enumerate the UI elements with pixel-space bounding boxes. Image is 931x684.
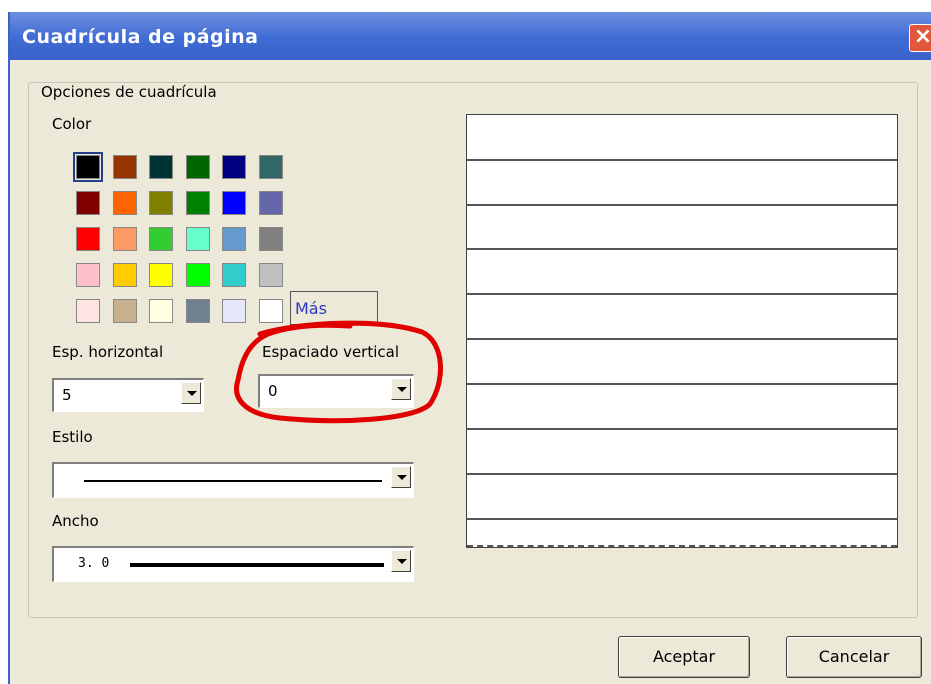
color-swatch[interactable]: [258, 227, 283, 251]
accept-label: Aceptar: [652, 647, 716, 666]
color-swatch[interactable]: [149, 263, 173, 287]
color-swatch[interactable]: [258, 155, 283, 179]
color-swatch[interactable]: [149, 191, 173, 215]
preview-gridline: [467, 428, 897, 430]
preview-gridline: [467, 248, 897, 250]
color-swatch[interactable]: [112, 191, 137, 215]
red-annotation-circle: [234, 320, 443, 424]
preview-gridline: [467, 338, 897, 340]
color-swatch[interactable]: [112, 227, 137, 251]
horizontal-spacing-label: Esp. horizontal: [52, 343, 164, 361]
color-swatch[interactable]: [258, 263, 283, 287]
cancel-button[interactable]: Cancelar: [786, 636, 922, 678]
chevron-down-icon[interactable]: [391, 466, 411, 488]
color-swatch[interactable]: [222, 227, 246, 251]
chevron-down-icon[interactable]: [181, 382, 201, 404]
more-colors-label: Más: [295, 299, 327, 318]
title-bar[interactable]: Cuadrícula de página ×: [10, 12, 931, 60]
grid-options-legend: Opciones de cuadrícula: [38, 83, 220, 101]
color-swatch[interactable]: [76, 263, 100, 287]
chevron-down-icon[interactable]: [391, 550, 411, 572]
preview-gridline: [467, 159, 897, 161]
dialog-title: Cuadrícula de página: [22, 26, 259, 48]
preview-bottom-dashed-line: [467, 545, 897, 547]
grid-preview: [466, 114, 898, 548]
color-swatch[interactable]: [222, 191, 246, 215]
color-label: Color: [52, 115, 92, 133]
color-swatch[interactable]: [185, 299, 210, 323]
color-swatch[interactable]: [76, 191, 100, 215]
color-swatch[interactable]: [76, 299, 100, 323]
color-swatch[interactable]: [222, 155, 246, 179]
color-swatch[interactable]: [185, 263, 210, 287]
cancel-label: Cancelar: [818, 647, 890, 666]
color-swatch[interactable]: [149, 227, 173, 251]
width-label: Ancho: [52, 512, 99, 530]
line-width-sample: [130, 563, 384, 567]
preview-gridline: [467, 204, 897, 206]
line-width-select[interactable]: 3. 0: [52, 546, 414, 582]
horizontal-spacing-select[interactable]: 5: [52, 378, 204, 412]
line-width-value: 3. 0: [78, 556, 110, 571]
preview-gridline: [467, 293, 897, 295]
color-swatch[interactable]: [73, 152, 103, 182]
color-swatch[interactable]: [112, 299, 137, 323]
horizontal-spacing-value: 5: [62, 386, 72, 404]
color-swatch[interactable]: [112, 155, 137, 179]
preview-gridline: [467, 473, 897, 475]
line-style-select[interactable]: [52, 462, 414, 498]
close-button[interactable]: ×: [909, 24, 931, 52]
preview-gridline: [467, 518, 897, 520]
color-swatch[interactable]: [185, 191, 210, 215]
color-swatch[interactable]: [185, 155, 210, 179]
color-swatch[interactable]: [185, 227, 210, 251]
preview-gridline: [467, 383, 897, 385]
color-swatch[interactable]: [149, 299, 173, 323]
line-style-sample: [84, 480, 382, 482]
accept-button[interactable]: Aceptar: [618, 636, 750, 678]
style-label: Estilo: [52, 428, 93, 446]
color-swatch[interactable]: [222, 263, 246, 287]
color-swatch[interactable]: [258, 191, 283, 215]
color-swatch[interactable]: [76, 227, 100, 251]
color-swatch[interactable]: [112, 263, 137, 287]
color-swatch[interactable]: [149, 155, 173, 179]
close-icon: ×: [913, 24, 931, 49]
